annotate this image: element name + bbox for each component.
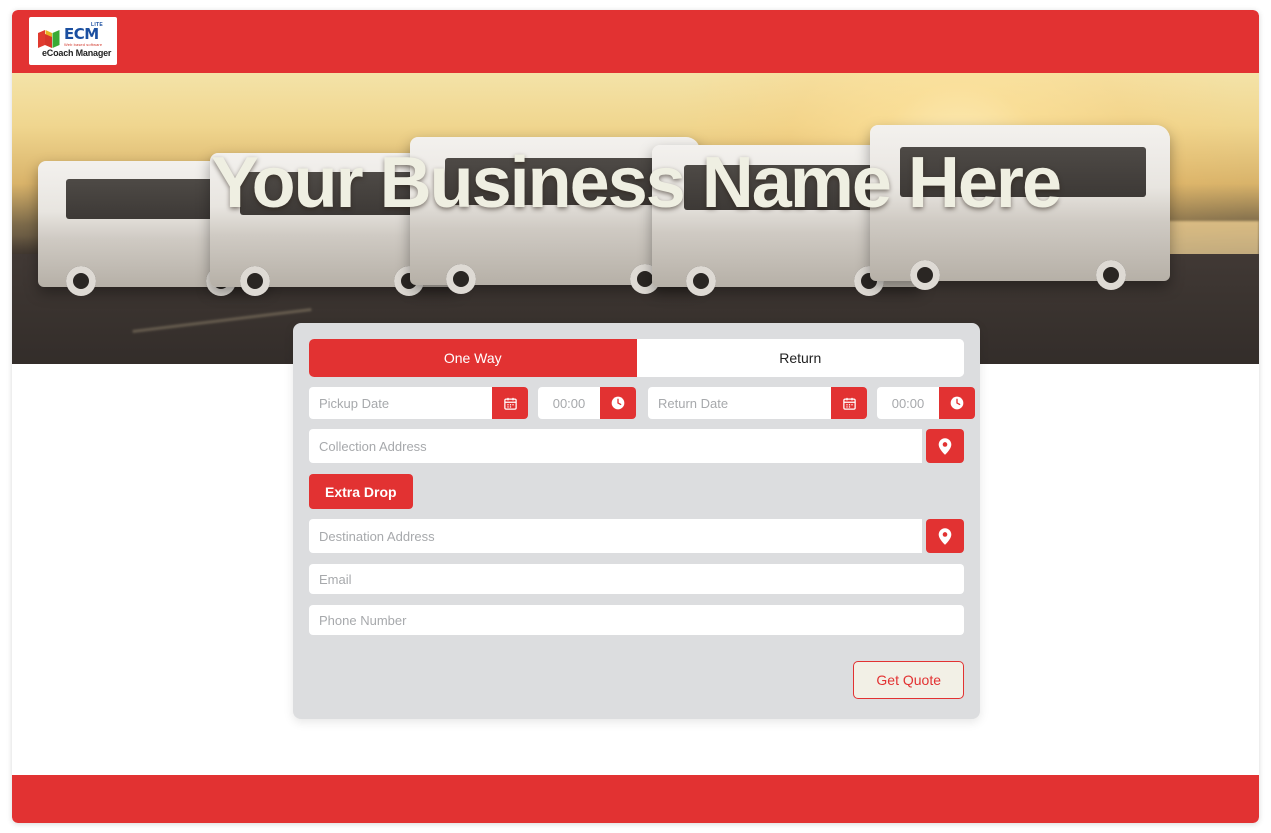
collection-address-row <box>309 429 964 463</box>
return-calendar-icon-button[interactable] <box>831 387 867 419</box>
page-content: One Way Return Pickup Date 00:00 Return … <box>12 323 1259 760</box>
pickup-date-input[interactable] <box>309 387 492 419</box>
map-pin-icon <box>938 437 952 455</box>
return-date-input[interactable] <box>648 387 831 419</box>
logo-inner: LITE ECM Web based software eCoach Manag… <box>33 20 113 62</box>
pickup-date-group <box>309 387 636 419</box>
booking-form-panel: One Way Return Pickup Date 00:00 Return … <box>293 323 980 719</box>
pickup-clock-icon-button[interactable] <box>600 387 636 419</box>
logo-brand: ECM <box>64 25 99 43</box>
logo-product-name: eCoach Manager <box>42 48 112 58</box>
hero-banner: Your Business Name Here <box>12 73 1259 364</box>
clock-icon <box>950 396 964 410</box>
site-footer <box>12 775 1259 823</box>
site-container: LITE ECM Web based software eCoach Manag… <box>12 10 1259 823</box>
get-quote-button[interactable]: Get Quote <box>853 661 964 699</box>
extra-drop-button[interactable]: Extra Drop <box>309 474 413 509</box>
pickup-calendar-icon-button[interactable] <box>492 387 528 419</box>
tab-one-way[interactable]: One Way <box>309 339 637 377</box>
submit-row: Get Quote <box>309 661 964 699</box>
hero-title: Your Business Name Here <box>210 143 1062 223</box>
site-logo[interactable]: LITE ECM Web based software eCoach Manag… <box>29 17 117 65</box>
calendar-icon <box>842 397 856 410</box>
map-pin-icon <box>938 527 952 545</box>
page-root: LITE ECM Web based software eCoach Manag… <box>0 0 1271 833</box>
tab-return[interactable]: Return <box>636 339 964 377</box>
book-icon <box>38 30 60 48</box>
calendar-icon <box>503 397 517 410</box>
email-input[interactable] <box>309 564 964 594</box>
trip-type-tabs: One Way Return <box>309 339 964 377</box>
date-time-row <box>309 387 975 419</box>
collection-address-input[interactable] <box>309 429 922 463</box>
return-clock-icon-button[interactable] <box>939 387 975 419</box>
destination-address-row <box>309 519 964 553</box>
destination-address-pin-button[interactable] <box>926 519 964 553</box>
site-header: LITE ECM Web based software eCoach Manag… <box>12 10 1259 73</box>
collection-address-pin-button[interactable] <box>926 429 964 463</box>
clock-icon <box>611 396 625 410</box>
phone-number-input[interactable] <box>309 605 964 635</box>
return-date-group <box>648 387 975 419</box>
pickup-time-input[interactable] <box>538 387 600 419</box>
logo-tagline: Web based software <box>64 42 103 47</box>
return-time-input[interactable] <box>877 387 939 419</box>
destination-address-input[interactable] <box>309 519 922 553</box>
